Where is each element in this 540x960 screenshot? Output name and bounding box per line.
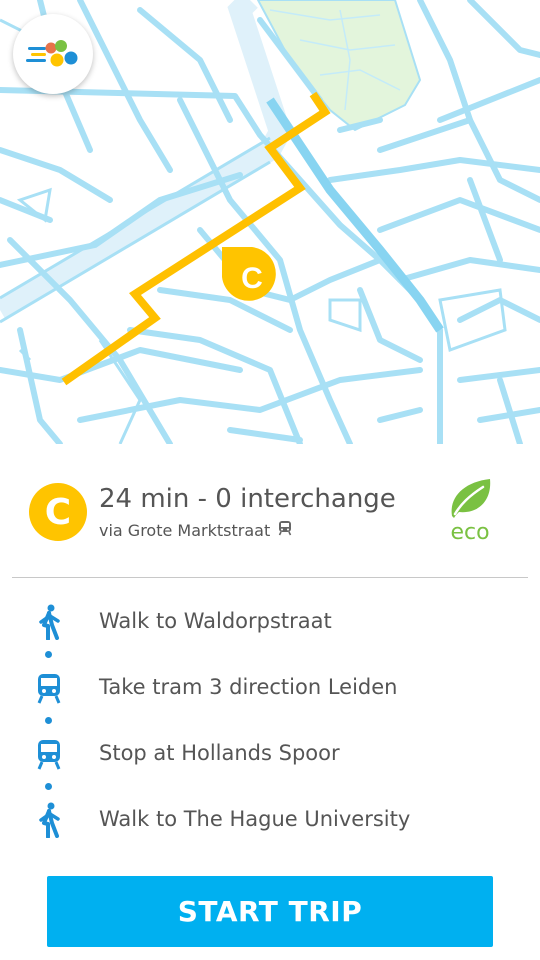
leaf-icon [451,479,491,518]
menu-button[interactable] [13,14,93,94]
trip-duration: 24 min - 0 interchange [99,484,396,514]
step-text: Walk to Waldorpstraat [99,609,332,633]
eco-indicator: eco [440,476,500,545]
via-text: via Grote Marktstraat [99,520,271,540]
step-text: Walk to The Hague University [99,807,411,831]
walk-icon [34,604,64,640]
step-item: Walk to Waldorpstraat [0,600,540,644]
tram-icon [278,520,292,540]
start-trip-button[interactable]: START TRIP [47,876,493,947]
app-logo-icon [26,40,78,67]
divider [12,577,528,578]
via-line: via Grote Marktstraat [99,520,292,540]
step-item: Walk to The Hague University [0,798,540,842]
eco-label: eco [450,520,490,545]
map-view[interactable]: C [0,0,540,444]
route-badge: C [29,483,87,541]
step-connector-dot [45,651,52,658]
step-item: Stop at Hollands Spoor [0,732,540,776]
walk-icon [34,802,64,838]
route-marker-letter: C [241,262,263,295]
step-connector-dot [45,783,52,790]
tram-icon [34,670,64,706]
step-item: Take tram 3 direction Leiden [0,666,540,710]
step-connector-dot [45,717,52,724]
step-text: Stop at Hollands Spoor [99,741,340,765]
step-text: Take tram 3 direction Leiden [99,675,398,699]
route-marker[interactable]: C [222,247,276,301]
tram-icon [34,736,64,772]
